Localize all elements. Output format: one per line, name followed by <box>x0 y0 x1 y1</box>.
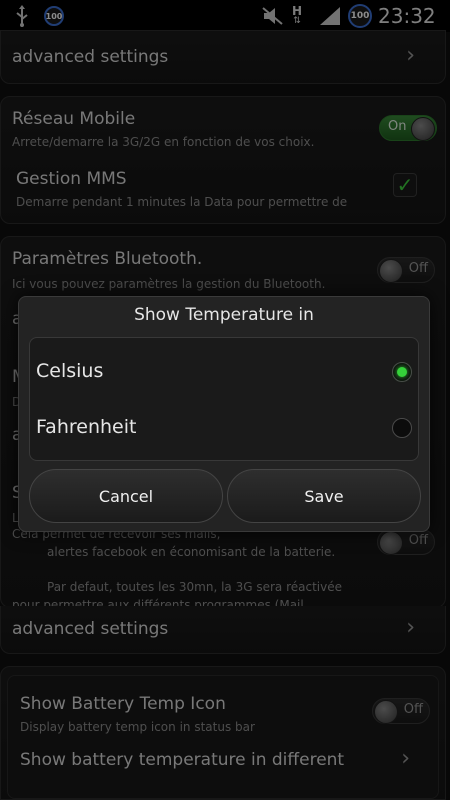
temperature-options-list: Celsius Fahrenheit <box>29 337 419 461</box>
radio-selected-icon[interactable] <box>392 362 412 382</box>
save-button[interactable]: Save <box>227 469 421 523</box>
option-celsius[interactable]: Celsius <box>30 344 418 400</box>
option-fahrenheit[interactable]: Fahrenheit <box>30 400 418 456</box>
radio-unselected-icon[interactable] <box>392 418 412 438</box>
option-label: Fahrenheit <box>36 416 137 438</box>
temperature-unit-dialog: Show Temperature in Celsius Fahrenheit C… <box>18 296 430 532</box>
dialog-title: Show Temperature in <box>134 305 314 325</box>
cancel-button[interactable]: Cancel <box>29 469 223 523</box>
option-label: Celsius <box>36 360 104 382</box>
